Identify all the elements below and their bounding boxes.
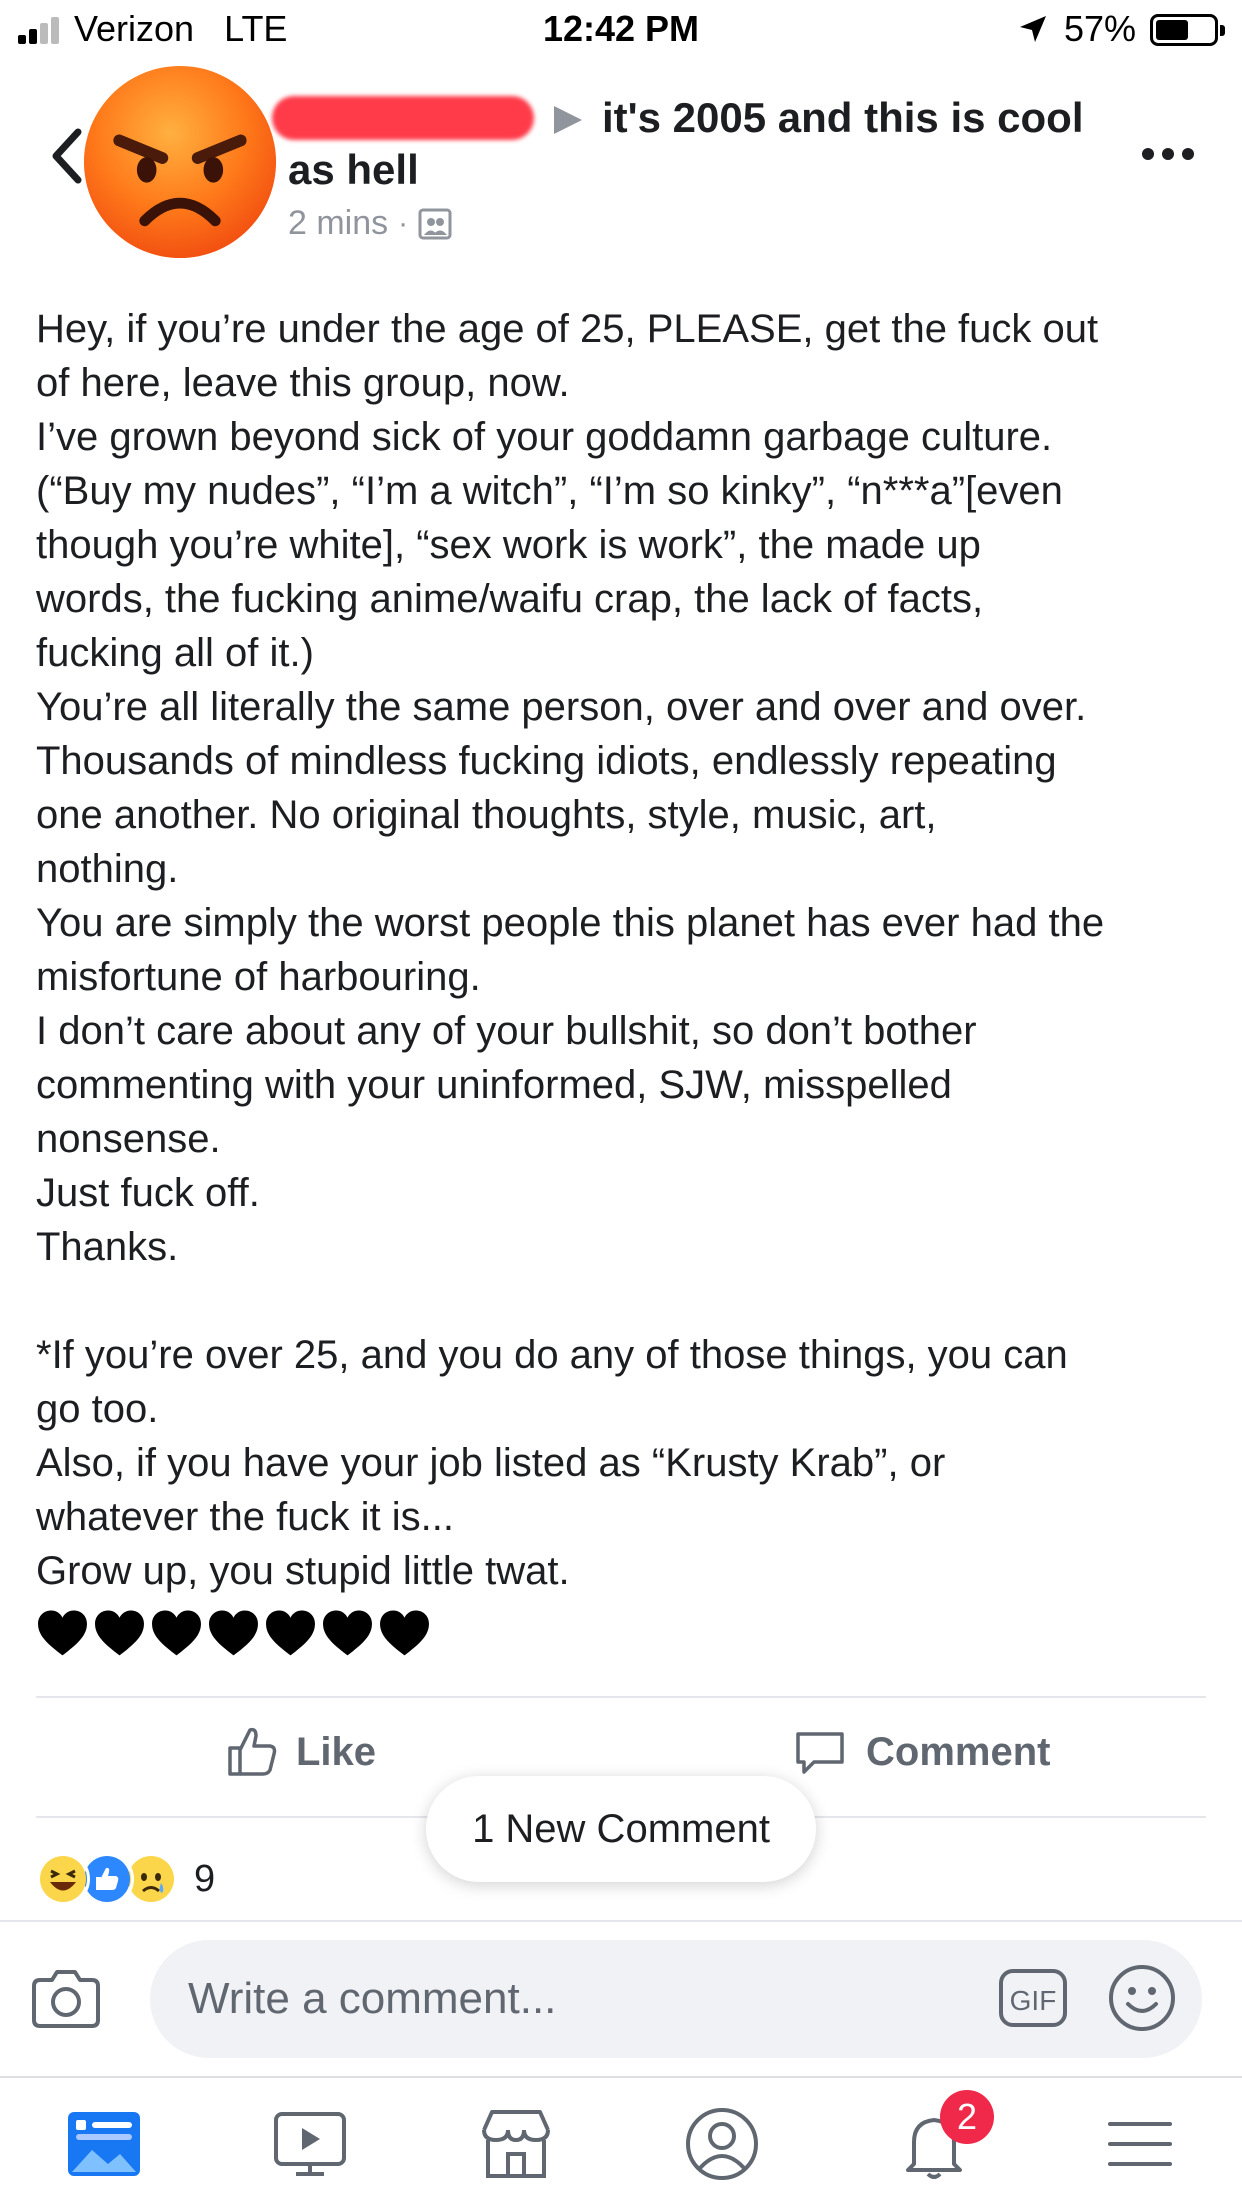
notifications-badge: 2 [940,2090,994,2144]
post-body-line: commenting with your uninformed, SJW, mi… [36,1063,952,1107]
post-body-line: (“Buy my nudes”, “I’m a witch”, “I’m so … [36,469,1063,513]
group-audience-icon [418,208,452,239]
post-body-line: though you’re white], “sex work is work”… [36,523,981,567]
divider [36,1696,1206,1698]
post-body-line: of here, leave this group, now. [36,361,570,405]
profile-icon[interactable] [682,2104,762,2184]
haha-reaction-icon [36,1852,90,1906]
like-button[interactable]: Like [224,1724,376,1780]
comment-label: Comment [866,1729,1051,1774]
posted-in-arrow-icon [554,106,582,134]
post-body: Hey, if you’re under the age of 25, PLEA… [36,302,1216,1598]
group-name-continued[interactable]: as hell [288,146,419,194]
black-heart-icon [323,1610,372,1656]
status-time: 12:42 PM [542,8,700,49]
post-body-line: Also, if you have your job listed as “Kr… [36,1441,946,1485]
like-label: Like [296,1729,377,1774]
post-timestamp[interactable]: 2 mins [288,204,388,243]
post-body-line: Grow up, you stupid little twat. [36,1549,570,1593]
bottom-tab-bar [0,2076,1242,2210]
post-body-line: Just fuck off. [36,1171,260,1215]
post-body-line: I’ve grown beyond sick of your goddamn g… [36,415,1053,459]
news-feed-icon[interactable] [64,2104,144,2184]
watch-video-icon[interactable] [270,2104,350,2184]
black-heart-icon [380,1610,429,1656]
post-body-line: You are simply the worst people this pla… [36,901,1105,945]
post-body-line: *If you’re over 25, and you do any of th… [36,1333,1068,1377]
menu-hamburger-icon[interactable] [1100,2104,1180,2184]
post-body-line: Thousands of mindless fucking idiots, en… [36,739,1057,783]
group-name[interactable]: it's 2005 and this is cool [602,94,1083,142]
post-body-line: nothing. [36,847,179,891]
gif-label: GIF [1010,1985,1057,2016]
camera-icon[interactable] [30,1968,102,2030]
post-body-line: fucking all of it.) [36,631,314,675]
post-body-line: misfortune of harbouring. [36,955,481,999]
back-chevron-icon[interactable] [48,126,84,186]
status-bar: Verizon LTE 12:42 PM 57% [0,0,1242,62]
post-body-line: go too. [36,1387,159,1431]
redacted-author-name [272,96,534,140]
black-heart-icon [266,1610,315,1656]
post-meta: 2 mins · [288,204,452,243]
more-options-icon[interactable] [1140,146,1196,162]
avatar-angry-emoji-icon[interactable] [82,64,278,260]
black-hearts [36,1608,431,1660]
comment-bubble-icon [796,1732,844,1774]
post-body-blank-line [36,1274,1216,1328]
new-comment-pill[interactable]: 1 New Comment [426,1776,816,1882]
reaction-count: 9 [194,1857,216,1900]
post-body-line: Thanks. [36,1225,179,1269]
post-body-line: one another. No original thoughts, style… [36,793,937,837]
marketplace-icon[interactable] [476,2104,556,2184]
black-heart-icon [209,1610,258,1656]
battery-percentage: 57% [1064,8,1137,49]
meta-separator: · [398,206,409,240]
post-body-line: Hey, if you’re under the age of 25, PLEA… [36,307,1099,351]
sticker-smiley-icon[interactable] [1108,1964,1176,2032]
gif-icon[interactable]: GIF [998,1968,1068,2028]
divider [0,1920,1242,1922]
reactions-summary[interactable]: 9 [36,1852,215,1906]
thumbs-up-icon [228,1727,277,1776]
comment-placeholder: Write a comment... [188,1974,557,2023]
comment-button[interactable]: Comment [792,1724,1050,1780]
black-heart-icon [38,1610,87,1656]
new-comment-label: 1 New Comment [472,1806,770,1851]
post-body-line: whatever the fuck it is... [36,1495,454,1539]
black-heart-icon [95,1610,144,1656]
post-body-line: words, the fucking anime/waifu crap, the… [36,577,984,621]
battery-fill [1156,20,1188,40]
post-body-line: You’re all literally the same person, ov… [36,685,1087,729]
battery-icon [1150,14,1225,46]
post-body-line: I don’t care about any of your bullshit,… [36,1009,977,1053]
post-body-line: nonsense. [36,1117,221,1161]
location-arrow-icon [1020,16,1046,42]
black-heart-icon [152,1610,201,1656]
